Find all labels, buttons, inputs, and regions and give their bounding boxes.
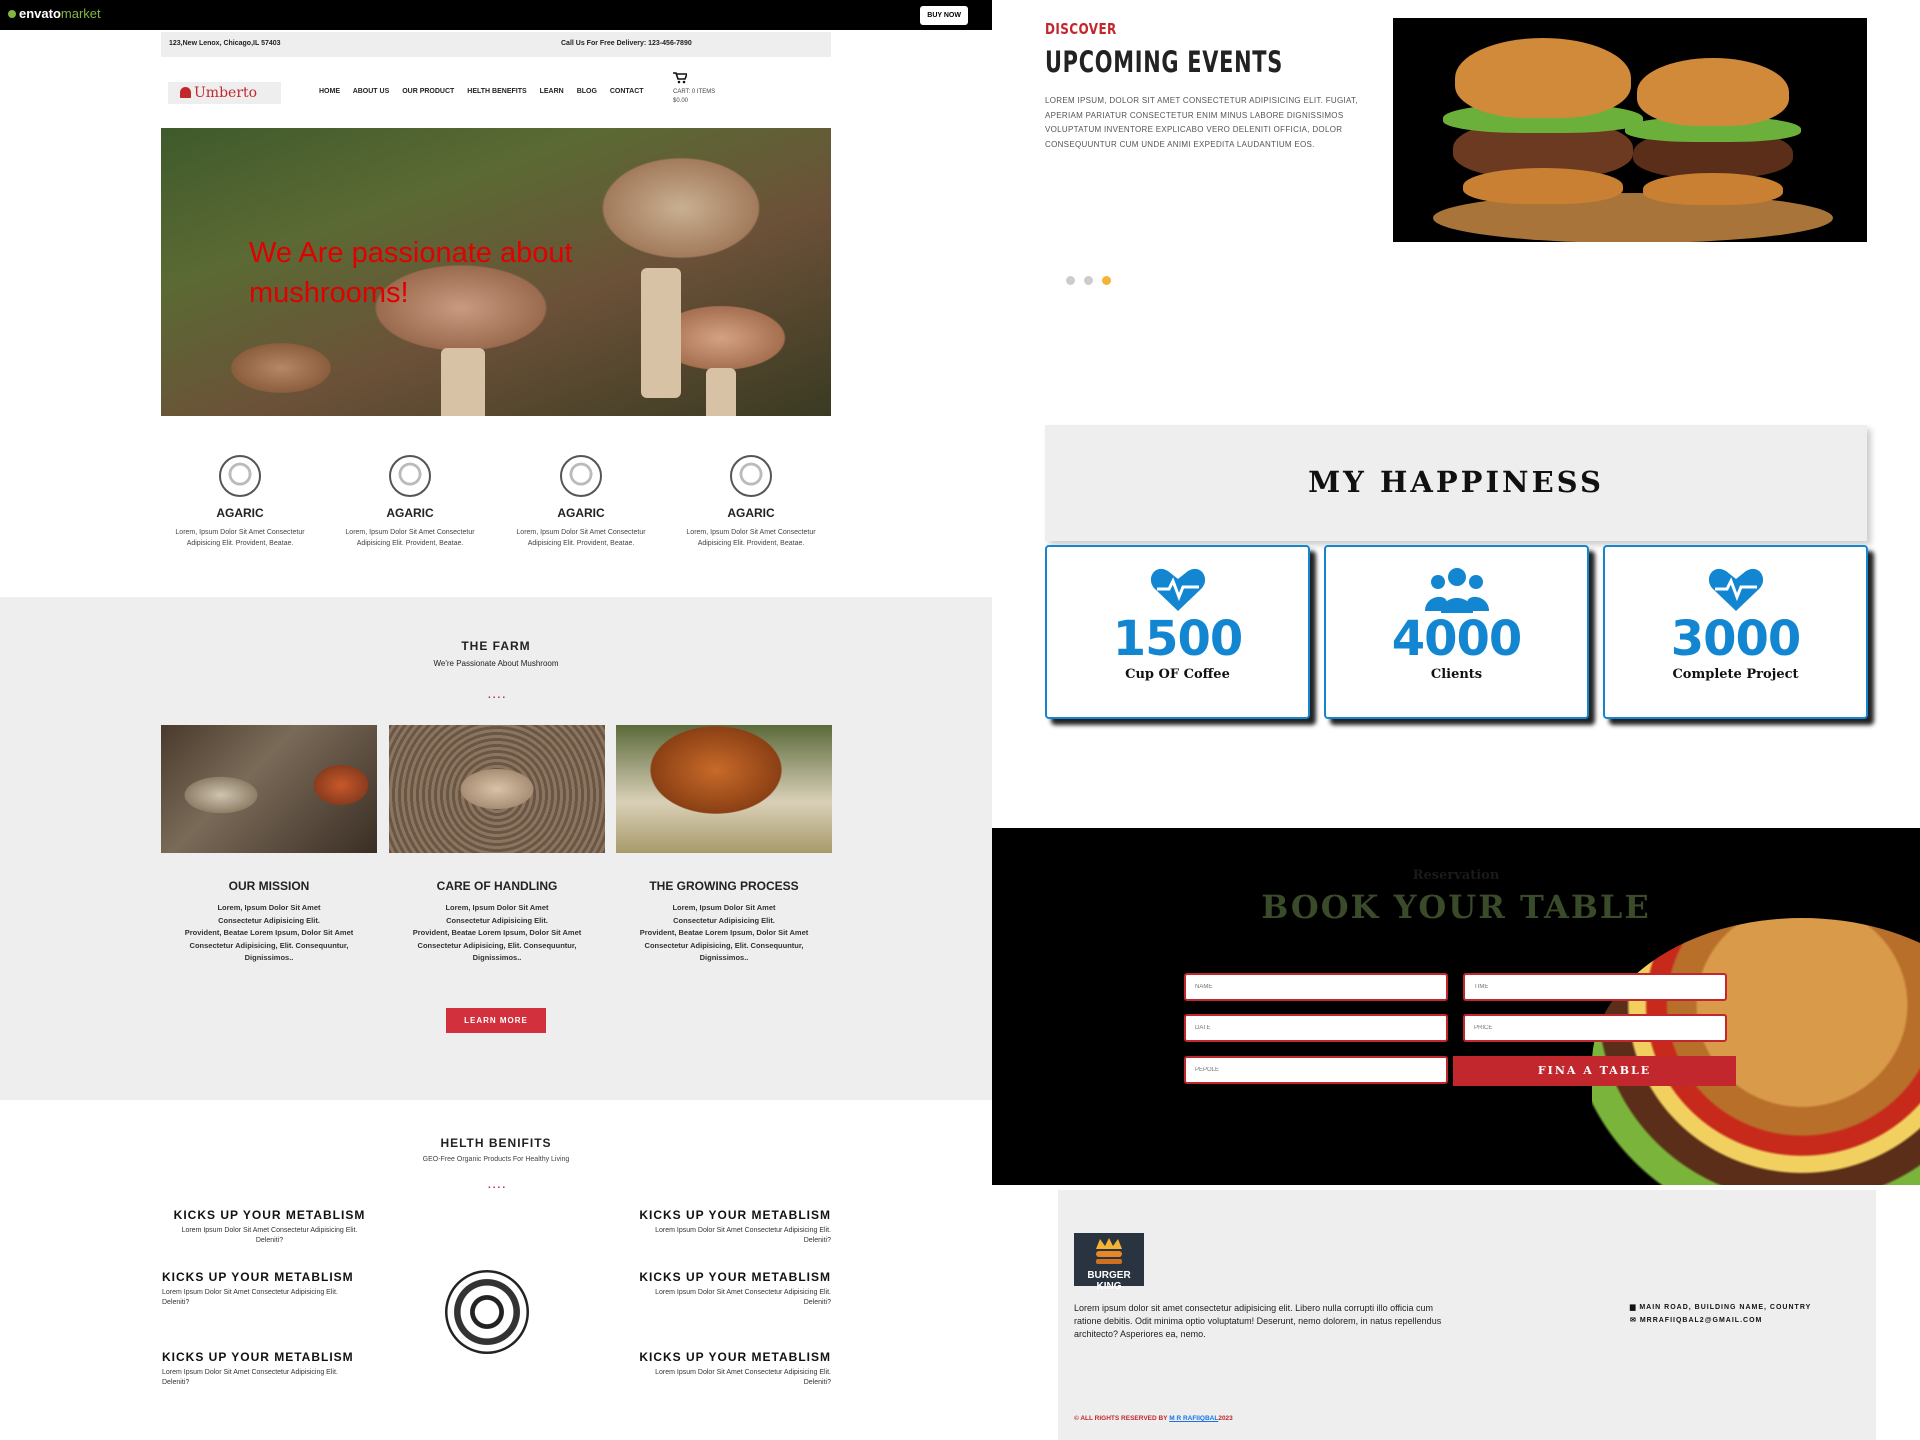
top-bun [1637,58,1789,126]
carousel-dot[interactable] [1066,276,1075,285]
booking-section: Reservation BOOK YOUR TABLE FINA A TABLE [992,828,1920,1185]
buy-now-button[interactable]: BUY NOW [920,6,968,25]
footer-contact: ▆ MAIN ROAD, BUILDING NAME, COUNTRY ✉ MR… [1630,1304,1812,1324]
mushroom-stem [441,348,485,416]
stat-card: 1500 Cup OF Coffee [1045,545,1310,719]
farm-subtitle: We're Passionate About Mushroom [433,659,559,668]
nav-about-us[interactable]: ABOUT US [353,88,390,95]
nav-our-product[interactable]: OUR PRODUCT [402,88,454,95]
price-field[interactable] [1463,1014,1727,1042]
envato-bar: envatomarket BUY NOW [0,0,992,30]
stat-card: 4000 Clients [1324,545,1589,719]
bottom-bun [1463,168,1623,204]
burger-image [1393,18,1867,242]
cart-count: CART: 0 ITEMS [673,89,716,95]
envato-leaf-icon [8,10,16,18]
divider-dots: .... [488,1180,508,1191]
top-info-bar: 123,New Lenox, Chicago,IL 57403 Call Us … [161,32,831,57]
agaric-icon [730,455,772,497]
time-field[interactable] [1463,973,1727,1001]
feature-card: AGARIC Lorem, Ipsum Dolor Sit Amet Conse… [671,455,831,549]
benefit-item: KICKS UP YOUR METABLISM Lorem Ipsum Dolor… [639,1208,831,1244]
health-title: HELTH BENIFITS [440,1136,552,1150]
date-field[interactable] [1184,1014,1448,1042]
nav-contact[interactable]: CONTACT [610,88,644,95]
benefit-item: KICKS UP YOUR METABLISM Lorem Ipsum Dolor… [162,1350,354,1386]
agaric-icon [219,455,261,497]
envato-logo[interactable]: envatomarket [8,6,101,21]
book-table-title: BOOK YOUR TABLE [1261,888,1651,926]
handling-column: CARE OF HANDLING Lorem, Ipsum Dolor Sit … [412,879,582,962]
nav-blog[interactable]: BLOG [577,88,597,95]
hero-heading: We Are passionate about mushrooms! [249,237,573,309]
health-subtitle: GEO-Free Organic Products For Healthy Li… [422,1156,570,1163]
users-icon [1326,567,1587,613]
mushroom-mix-image [161,725,377,853]
footer: BURGER KING Lorem ipsum dolor sit amet c… [1058,1190,1876,1440]
benefit-item: KICKS UP YOUR METABLISM Lorem Ipsum Dolor… [162,1270,354,1306]
carousel-dots [1066,272,1120,290]
mission-column: OUR MISSION Lorem, Ipsum Dolor Sit Amet C… [184,879,354,962]
footer-text: Lorem ipsum dolor sit amet consectetur a… [1074,1303,1442,1339]
growing-column: THE GROWING PROCESS Lorem, Ipsum Dolor S… [639,879,809,962]
brand-logo[interactable]: Umberto [168,82,281,104]
benefit-item: KICKS UP YOUR METABLISM Lorem Ipsum Dolor… [639,1270,831,1306]
burger-photo [1592,918,1920,1185]
people-field[interactable] [1184,1056,1448,1084]
heartbeat-icon [1047,567,1308,613]
feature-card: AGARIC Lorem, Ipsum Dolor Sit Amet Conse… [160,455,320,549]
cart-icon [673,72,689,84]
events-text: LOREM IPSUM, DOLOR SIT AMET CONSECTETUR … [1045,96,1358,149]
reservation-kicker: Reservation [1412,868,1500,883]
agaric-icon [560,455,602,497]
building-icon: ▆ [1630,1304,1640,1311]
bottom-bun [1643,173,1783,205]
discover-kicker: DISCOVER [1045,20,1117,38]
happiness-title: MY HAPPINESS [1308,465,1604,499]
find-table-button[interactable]: FINA A TABLE [1453,1056,1736,1086]
feature-card: AGARIC Lorem, Ipsum Dolor Sit Amet Conse… [501,455,661,549]
health-benefits-section: HELTH BENIFITS GEO-Free Organic Products… [0,1100,992,1440]
farm-title: THE FARM [461,639,531,653]
nav-home[interactable]: HOME [319,88,340,95]
author-link[interactable]: M R RAFIIQBAL [1169,1415,1218,1422]
nav-learn[interactable]: LEARN [540,88,564,95]
mushroom-icon [180,87,191,98]
nav-helth-benefits[interactable]: HELTH BENEFITS [467,88,526,95]
carousel-dot[interactable] [1084,276,1093,285]
benefit-item: KICKS UP YOUR METABLISM Lorem Ipsum Dolor… [639,1350,831,1386]
mushroom-gills-image [389,725,605,853]
hero-banner: We Are passionate about mushrooms! [161,128,831,416]
delivery-phone: Call Us For Free Delivery: 123-456-7890 [561,40,692,47]
mushroom-illustration [445,1270,529,1354]
farm-section: THE FARM We're Passionate About Mushroom… [0,597,992,1100]
agaric-icon [389,455,431,497]
address-text: 123,New Lenox, Chicago,IL 57403 [169,40,281,47]
happiness-banner: MY HAPPINESS [1045,425,1867,541]
benefit-item: KICKS UP YOUR METABLISM Lorem Ipsum Dolor… [173,1208,366,1244]
mushroom-site-preview: envatomarket BUY NOW 123,New Lenox, Chic… [0,0,992,1440]
cart-total: $0.00 [673,98,689,104]
mushroom-stem [641,268,681,398]
name-field[interactable] [1184,973,1448,1001]
learn-more-button[interactable]: LEARN MORE [446,1008,546,1033]
feature-card: AGARIC Lorem, Ipsum Dolor Sit Amet Conse… [330,455,490,549]
burger-site-preview: DISCOVER UPCOMING EVENTS LOREM IPSUM, DO… [992,0,1920,1440]
copyright: © ALL RIGHTS RESERVED BY M R RAFIIQBAL20… [1074,1415,1233,1422]
mail-icon: ✉ [1630,1317,1640,1324]
crown-burger-icon [1096,1238,1122,1264]
porcini-image [616,725,832,853]
main-nav: HOME ABOUT US OUR PRODUCT HELTH BENEFITS… [319,88,655,95]
heartbeat-icon [1605,567,1866,613]
events-title: UPCOMING EVENTS [1045,45,1284,79]
stat-card: 3000 Complete Project [1603,545,1868,719]
mushroom-stem [706,368,736,416]
top-bun [1455,38,1631,118]
carousel-dot-active[interactable] [1102,276,1111,285]
cart-widget[interactable]: CART: 0 ITEMS $0.00 [673,72,715,106]
divider-dots: .... [488,690,508,701]
burger-king-logo[interactable]: BURGER KING [1074,1233,1144,1292]
